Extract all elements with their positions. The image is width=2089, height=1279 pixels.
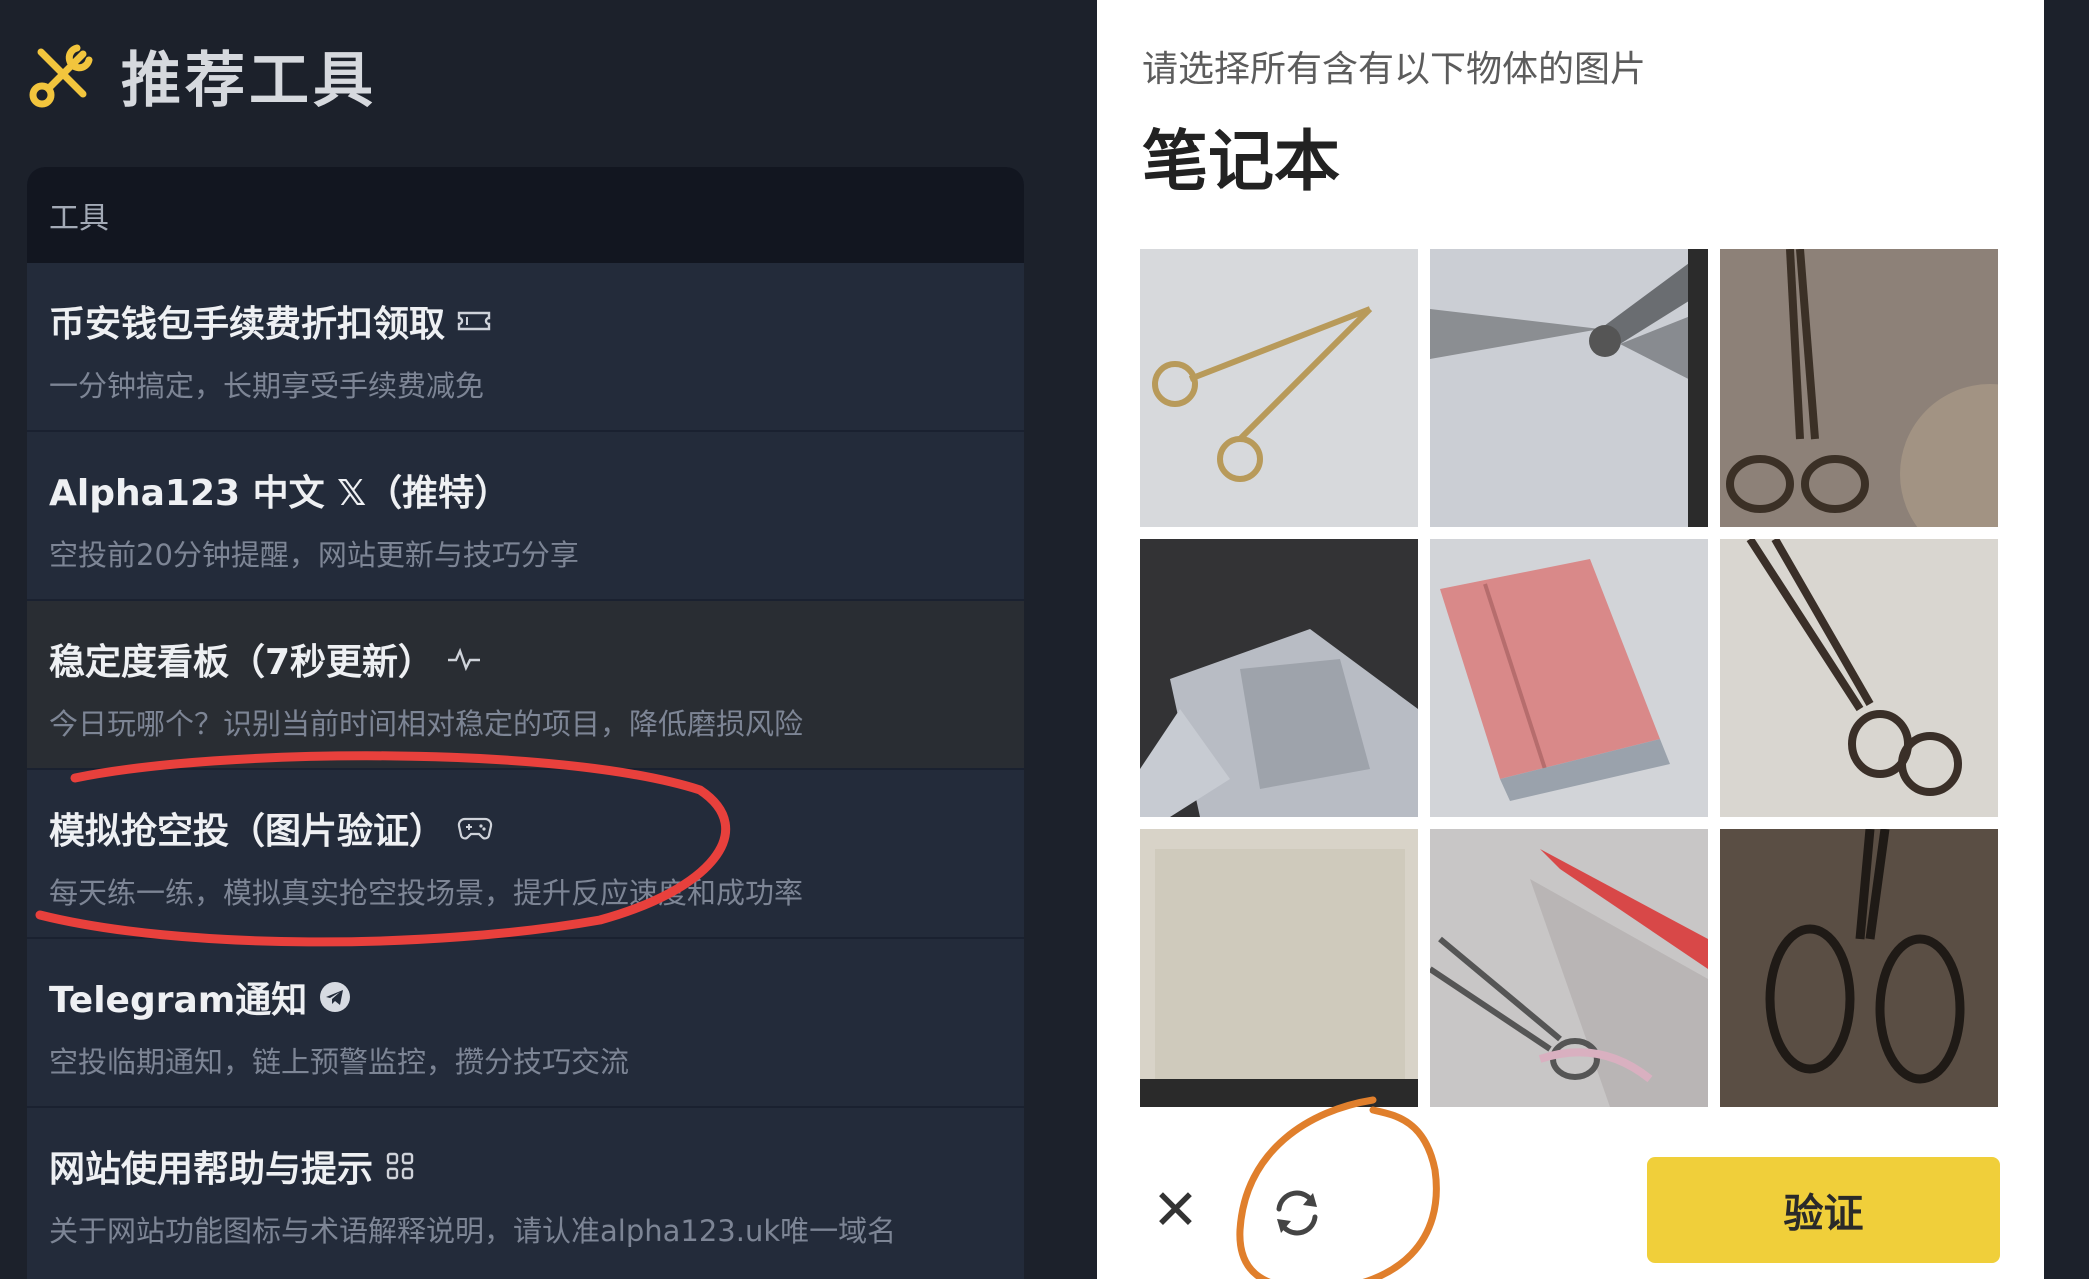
gamepad-icon bbox=[457, 815, 493, 841]
tool-subtitle: 一分钟搞定，长期享受手续费减免 bbox=[49, 369, 485, 403]
captcha-tile-6[interactable] bbox=[1720, 539, 1998, 817]
tool-subtitle: 关于网站功能图标与术语解释说明，请认准alpha123.uk唯一域名 bbox=[49, 1214, 897, 1248]
grid-icon bbox=[385, 1151, 415, 1181]
captcha-tile-4[interactable] bbox=[1140, 539, 1418, 817]
captcha-tile-1[interactable] bbox=[1140, 249, 1418, 527]
captcha-tile-5[interactable] bbox=[1430, 539, 1708, 817]
tool-subtitle: 空投前20分钟提醒，网站更新与技巧分享 bbox=[49, 538, 579, 572]
captcha-image-grid bbox=[1140, 249, 2006, 1111]
tool-item-alpha123-twitter[interactable]: Alpha123 中文 𝕏（推特） 空投前20分钟提醒，网站更新与技巧分享 bbox=[27, 432, 1024, 601]
captcha-tile-3[interactable] bbox=[1720, 249, 1998, 527]
captcha-dialog: 请选择所有含有以下物体的图片 笔记本 ✕ 验证 bbox=[1097, 0, 2044, 1279]
captcha-tile-2[interactable] bbox=[1430, 249, 1708, 527]
tool-subtitle: 每天练一练，模拟真实抢空投场景，提升反应速度和成功率 bbox=[49, 876, 804, 910]
tool-item-airdrop-simulator[interactable]: 模拟抢空投（图片验证） 每天练一练，模拟真实抢空投场景，提升反应速度和成功率 bbox=[27, 770, 1024, 939]
tool-title: 稳定度看板（7秒更新） bbox=[49, 642, 435, 683]
tool-title: 模拟抢空投（图片验证） bbox=[49, 811, 446, 852]
telegram-icon bbox=[319, 981, 351, 1013]
refresh-icon[interactable] bbox=[1269, 1185, 1325, 1241]
captcha-tile-7[interactable] bbox=[1140, 829, 1418, 1107]
ticket-icon bbox=[457, 309, 491, 333]
verify-button[interactable]: 验证 bbox=[1647, 1157, 2000, 1263]
tool-title: 网站使用帮助与提示 bbox=[49, 1149, 374, 1190]
tools-panel: 推荐工具 工具 币安钱包手续费折扣领取 一分钟搞定，长期享受手续费减免 Alph… bbox=[0, 0, 1050, 1279]
captcha-target: 笔记本 bbox=[1142, 123, 1340, 200]
captcha-tile-9[interactable] bbox=[1720, 829, 1998, 1107]
tools-icon bbox=[29, 44, 93, 108]
close-icon[interactable]: ✕ bbox=[1152, 1183, 1199, 1239]
panel-header: 推荐工具 bbox=[27, 40, 377, 116]
tool-title: Telegram通知 bbox=[49, 980, 308, 1021]
tool-subtitle: 空投临期通知，链上预警监控，攒分技巧交流 bbox=[49, 1045, 630, 1079]
tools-list: 工具 币安钱包手续费折扣领取 一分钟搞定，长期享受手续费减免 Alpha123 … bbox=[27, 167, 1024, 1279]
page-title: 推荐工具 bbox=[121, 45, 377, 116]
tool-title: 币安钱包手续费折扣领取 bbox=[49, 304, 446, 345]
pulse-icon bbox=[446, 646, 482, 672]
tool-item-help[interactable]: 网站使用帮助与提示 关于网站功能图标与术语解释说明，请认准alpha123.uk… bbox=[27, 1108, 1024, 1277]
tools-list-header: 工具 bbox=[27, 167, 1024, 263]
tool-item-telegram[interactable]: Telegram通知 空投临期通知，链上预警监控，攒分技巧交流 bbox=[27, 939, 1024, 1108]
captcha-tile-8[interactable] bbox=[1430, 829, 1708, 1107]
tool-title: Alpha123 中文 𝕏（推特） bbox=[49, 473, 511, 514]
tool-subtitle: 今日玩哪个？识别当前时间相对稳定的项目，降低磨损风险 bbox=[49, 707, 804, 741]
tool-item-binance-fee[interactable]: 币安钱包手续费折扣领取 一分钟搞定，长期享受手续费减免 bbox=[27, 263, 1024, 432]
tool-item-stability-board[interactable]: 稳定度看板（7秒更新） 今日玩哪个？识别当前时间相对稳定的项目，降低磨损风险 bbox=[27, 601, 1024, 770]
captcha-prompt: 请选择所有含有以下物体的图片 bbox=[1142, 49, 1647, 90]
